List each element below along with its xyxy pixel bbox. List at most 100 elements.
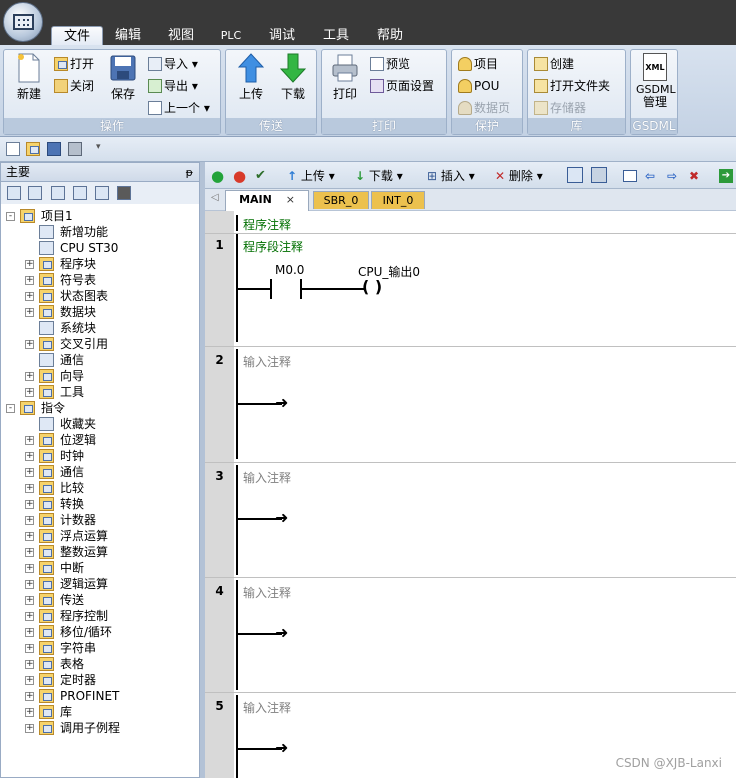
preview-button[interactable]: 预览 [370, 54, 410, 74]
expand-icon[interactable]: + [25, 500, 34, 509]
window-icon[interactable] [95, 186, 109, 200]
table-icon[interactable] [73, 186, 87, 200]
collapse-icon[interactable]: - [6, 212, 15, 221]
tree-item[interactable]: + 整数运算 [1, 544, 199, 560]
back-icon[interactable]: ⇦ [645, 167, 655, 185]
tree-item[interactable]: + 定时器 [1, 672, 199, 688]
goto-icon[interactable]: ➔ [719, 169, 733, 183]
clear-icon[interactable]: ✖ [689, 167, 699, 185]
tree-item[interactable]: + 程序控制 [1, 608, 199, 624]
tree-item[interactable]: + 比较 [1, 480, 199, 496]
pin-icon[interactable]: ᵽ [186, 164, 193, 182]
export-button[interactable]: 导出 ▾ [148, 76, 198, 96]
expand-icon[interactable]: + [25, 708, 34, 717]
menu-plc[interactable]: PLC [215, 26, 247, 45]
program-comment[interactable]: 程序注释 [243, 216, 291, 233]
tree-item[interactable]: - 指令 [1, 400, 199, 416]
expand-icon[interactable]: + [25, 548, 34, 557]
compile-icon[interactable]: ✔ [255, 167, 266, 185]
tree-item[interactable]: + 计数器 [1, 512, 199, 528]
grid-icon[interactable] [28, 186, 42, 200]
box-icon[interactable] [623, 170, 637, 182]
menu-edit[interactable]: 编辑 [109, 26, 147, 45]
tab-sbr[interactable]: SBR_0 [313, 191, 369, 209]
save-button[interactable]: 保存 [104, 53, 142, 102]
customize-dropdown-icon[interactable]: ▾ [96, 142, 101, 152]
tree-item[interactable]: + 状态图表 [1, 288, 199, 304]
editor-download-button[interactable]: ↓ 下载 ▾ [355, 167, 403, 185]
expand-icon[interactable]: + [25, 468, 34, 477]
tree-item[interactable]: 通信 [1, 352, 199, 368]
menu-debug[interactable]: 调试 [262, 26, 302, 45]
expand-icon[interactable]: + [25, 660, 34, 669]
application-button[interactable] [3, 2, 43, 42]
expand-icon[interactable]: + [25, 580, 34, 589]
expand-icon[interactable]: + [25, 676, 34, 685]
tree-item[interactable]: + 中断 [1, 560, 199, 576]
download-button[interactable]: 下载 [274, 53, 312, 102]
expand-icon[interactable]: + [25, 564, 34, 573]
tree-item[interactable]: + 移位/循环 [1, 624, 199, 640]
menu-help[interactable]: 帮助 [370, 26, 410, 45]
tree-item[interactable]: + 调用子例程 [1, 720, 199, 736]
expand-icon[interactable]: + [25, 532, 34, 541]
editor-upload-button[interactable]: ↑ 上传 ▾ [287, 167, 335, 185]
open-folder-button[interactable]: 打开文件夹 [534, 76, 610, 96]
tree-item[interactable]: + 时钟 [1, 448, 199, 464]
expand-icon[interactable]: + [25, 308, 34, 317]
tree-item[interactable]: 收藏夹 [1, 416, 199, 432]
open-icon[interactable] [26, 142, 40, 156]
project-protect-button[interactable]: 项目 [458, 54, 498, 74]
tree-item[interactable]: + 向导 [1, 368, 199, 384]
tab-close-icon[interactable]: × [286, 193, 295, 206]
network-comment[interactable]: 输入注释 [243, 469, 291, 486]
tree-item[interactable]: + PROFINET [1, 688, 199, 704]
expand-icon[interactable]: + [25, 612, 34, 621]
collapse-icon[interactable]: - [6, 404, 15, 413]
network-comment[interactable]: 程序段注释 [243, 238, 303, 255]
insert-button[interactable]: ⊞ 插入 ▾ [427, 167, 475, 185]
expand-icon[interactable]: + [25, 260, 34, 269]
tree-item[interactable]: + 交叉引用 [1, 336, 199, 352]
stop-icon[interactable]: ● [233, 167, 246, 185]
expand-icon[interactable]: + [25, 372, 34, 381]
tree-item[interactable]: + 字符串 [1, 640, 199, 656]
expand-icon[interactable]: + [25, 628, 34, 637]
expand-icon[interactable]: + [25, 596, 34, 605]
save-icon[interactable] [47, 142, 61, 156]
menu-file[interactable]: 文件 [51, 26, 103, 45]
expand-icon[interactable]: + [25, 292, 34, 301]
network-icon[interactable] [567, 167, 583, 183]
upload-button[interactable]: 上传 [232, 53, 270, 102]
tab-int[interactable]: INT_0 [371, 191, 425, 209]
tree-item[interactable]: + 逻辑运算 [1, 576, 199, 592]
open-button[interactable]: 打开 [54, 54, 94, 74]
tree-item[interactable]: + 符号表 [1, 272, 199, 288]
tree-item[interactable]: + 库 [1, 704, 199, 720]
print-icon[interactable] [68, 142, 82, 156]
run-icon[interactable]: ● [211, 167, 224, 185]
expand-icon[interactable]: + [25, 436, 34, 445]
tree-item[interactable]: + 转换 [1, 496, 199, 512]
expand-icon[interactable]: + [25, 452, 34, 461]
new-icon[interactable] [6, 142, 20, 156]
tree-item[interactable]: + 位逻辑 [1, 432, 199, 448]
tree-item[interactable]: 系统块 [1, 320, 199, 336]
tree-item[interactable]: + 传送 [1, 592, 199, 608]
expand-icon[interactable]: + [25, 388, 34, 397]
network-comment[interactable]: 输入注释 [243, 699, 291, 716]
tab-scroll-left-icon[interactable]: ◁ [211, 192, 219, 203]
view-toggle-icon[interactable] [591, 167, 607, 183]
tree-item[interactable]: + 浮点运算 [1, 528, 199, 544]
network-comment[interactable]: 输入注释 [243, 353, 291, 370]
expand-icon[interactable]: + [25, 644, 34, 653]
document-icon[interactable] [51, 186, 65, 200]
page-setup-button[interactable]: 页面设置 [370, 76, 434, 96]
tree-item[interactable]: - 项目1 [1, 208, 199, 224]
contact-address[interactable]: M0.0 [275, 263, 304, 277]
delete-button[interactable]: ✕ 删除 ▾ [495, 167, 543, 185]
menu-view[interactable]: 视图 [161, 26, 201, 45]
coil-symbol[interactable]: ( ) [362, 277, 382, 297]
new-button[interactable]: 新建 [10, 53, 48, 102]
menu-tools[interactable]: 工具 [316, 26, 356, 45]
